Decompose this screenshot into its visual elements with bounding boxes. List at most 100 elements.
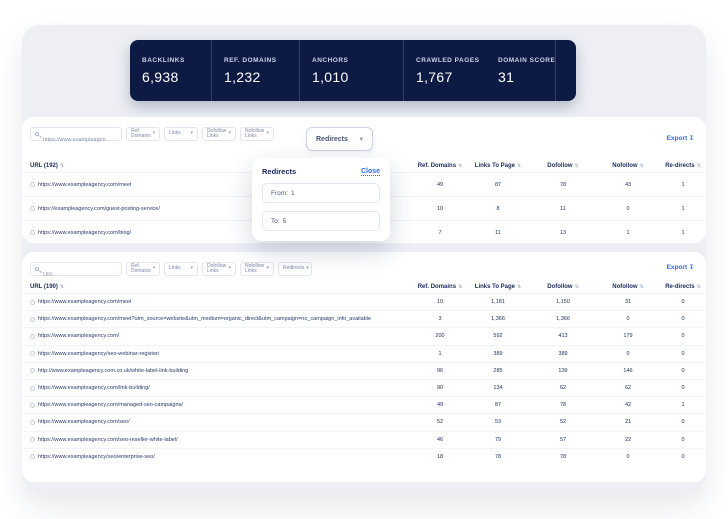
nofollow-cell: 31	[624, 299, 632, 306]
url-column-header[interactable]: URL (190) ⇅	[22, 284, 414, 290]
ref-domains-cell: 10	[436, 205, 444, 212]
from-label: From:	[271, 189, 288, 197]
url-link[interactable]: https://exampleagency.com/guest-posting-…	[38, 206, 160, 212]
nofollow-cell: 22	[624, 436, 632, 443]
export-download-icon: ↧	[688, 136, 694, 142]
redirects-dropdown-button[interactable]: Redirects ▾	[306, 127, 373, 151]
url-link[interactable]: https://www.exampleagency.com/seo-resell…	[38, 437, 178, 443]
dofollow-cell: 78	[559, 453, 567, 460]
nofollow-cell: 0	[626, 453, 630, 460]
filter-dropdown[interactable]: Links	[164, 127, 198, 141]
url-link[interactable]: https://www.exampleagency.com/seo/	[38, 419, 130, 425]
url-cell: https://www.exampleagency.com/meet	[22, 299, 414, 305]
popup-header: Redirects Close	[262, 167, 380, 176]
redirects-cell: 0	[681, 316, 685, 323]
external-link-icon	[30, 182, 35, 187]
filter-dropdown-label: Links	[169, 265, 181, 272]
export-label: Export	[666, 135, 688, 142]
nofollow-header[interactable]: Nofollow ⇅	[596, 284, 660, 290]
nofollow-header[interactable]: Nofollow ⇅	[596, 163, 660, 169]
url-cell: https://www.exampleagency/seo/enterprise…	[22, 454, 414, 460]
url-link[interactable]: https://www.exampleagency/seo/enterprise…	[38, 454, 155, 460]
ref-domains-header[interactable]: Ref. Domains ⇅	[414, 284, 466, 290]
ref-domains-cell: 7	[438, 229, 442, 236]
export-link-1[interactable]: Export ↧	[667, 135, 694, 142]
dofollow-cell: 1,150	[556, 299, 570, 306]
ref-domains-cell: 46	[436, 436, 444, 443]
stat-value: 1,232	[224, 68, 261, 85]
ref-domains-header[interactable]: Ref. Domains ⇅	[414, 163, 466, 169]
url-cell: https://www.exampleagency.com/meet?utm_s…	[22, 316, 414, 322]
url-link[interactable]: https://www.exampleagency.com/meet	[38, 299, 131, 305]
links-to-page-cell: 53	[494, 419, 502, 426]
sort-icon: ⇅	[696, 162, 701, 169]
url-cell: https://www.exampleagency.com/seo-resell…	[22, 437, 414, 443]
filter-dropdown[interactable]: Dofollow Links	[202, 127, 236, 141]
external-link-icon	[30, 368, 35, 374]
filter-dropdown[interactable]: Links	[164, 262, 198, 276]
filter-dropdown-label: Ref. Domains	[131, 262, 151, 274]
filter-dropdown[interactable]: Ref. Domains	[126, 262, 160, 276]
search-icon	[35, 132, 39, 136]
filter-dropdown[interactable]: Dofollow Links	[202, 262, 236, 276]
url-link[interactable]: http://www.exampleagency.com.co.uk/white…	[38, 368, 188, 374]
stat-label: DOMAIN SCORE	[498, 56, 556, 64]
dofollow-cell: 13	[559, 229, 567, 236]
url-link[interactable]: https://www.exampleagency.com/	[38, 333, 119, 339]
stat-label: CRAWLED PAGES	[416, 56, 480, 64]
url-link[interactable]: https://www.exampleagency.com/link-build…	[38, 385, 150, 391]
stat-cell: BACKLINKS 6,938	[130, 40, 212, 101]
sort-icon: ⇅	[59, 162, 65, 169]
ref-domains-cell: 49	[436, 402, 444, 409]
external-link-icon	[30, 402, 35, 408]
url-link[interactable]: https://www.exampleagency.com/blog/	[38, 230, 131, 236]
redirects-cell: 0	[681, 419, 685, 426]
links-to-page-cell: 1,181	[491, 299, 505, 306]
external-link-icon	[30, 230, 35, 235]
redirects-filter-popup: Redirects Close From: 1 To: 5	[252, 158, 390, 241]
nofollow-cell: 1	[626, 229, 630, 236]
filter-dropdown[interactable]: Ref. Domains	[126, 127, 160, 141]
stat-value: 6,938	[142, 68, 179, 85]
external-link-icon	[30, 333, 35, 339]
url-link[interactable]: https://www.exampleagency/seo-webinar-re…	[38, 351, 159, 357]
stat-label: BACKLINKS	[142, 56, 185, 64]
redirects-header[interactable]: Re-directs ⇅	[660, 284, 706, 290]
ref-domains-cell: 1	[438, 350, 442, 357]
external-link-icon	[30, 419, 35, 425]
ref-domains-cell: 52	[436, 419, 444, 426]
table-rows-2: https://www.exampleagency.com/meet 1 0 1,…	[22, 293, 706, 465]
dofollow-header[interactable]: Dofollow ⇅	[530, 284, 596, 290]
dofollow-cell: 139	[558, 367, 568, 374]
links-to-page-header[interactable]: Links To Page ⇅	[466, 163, 530, 169]
links-to-page-cell: 389	[493, 350, 503, 357]
table-row: https://www.exampleagency.com/meet 10 1,…	[22, 293, 706, 310]
filter-dropdown[interactable]: Nofollow Links	[240, 127, 274, 141]
redirects-to-input[interactable]: To: 5	[262, 211, 380, 231]
url-link[interactable]: https://www.exampleagency.com/meet	[38, 182, 131, 188]
redirects-from-input[interactable]: From: 1	[262, 183, 380, 203]
popup-close-button[interactable]: Close	[360, 168, 380, 176]
dofollow-header[interactable]: Dofollow ⇅	[530, 163, 596, 169]
links-to-page-header[interactable]: Links To Page ⇅	[466, 284, 530, 290]
filter-dropdown-label: Redirects	[283, 265, 305, 272]
filter-bar-1: Ref. Domains Links Dofollow Links Nofoll…	[30, 127, 373, 151]
sort-icon: ⇅	[639, 162, 644, 169]
nofollow-cell: 0	[626, 350, 630, 357]
url-link[interactable]: https://www.exampleagency.com/managed-se…	[38, 402, 183, 408]
url-link[interactable]: https://www.exampleagency.com/meet?utm_s…	[38, 316, 371, 322]
dofollow-cell: 413	[558, 333, 568, 340]
filter-dropdown-label: Dofollow Links	[207, 262, 227, 274]
nofollow-cell: 42	[624, 402, 632, 409]
filter-dropdown[interactable]: Redirects	[278, 262, 312, 276]
filter-dropdown[interactable]: Nofollow Links	[240, 262, 274, 276]
export-link-2[interactable]: Export ↧	[667, 264, 694, 271]
table-row: https://www.exampleagency/seo/enterprise…	[22, 447, 706, 465]
url-search-box-2	[30, 262, 122, 281]
links-to-page-cell: 79	[494, 436, 502, 443]
redirects-cell: 1	[681, 402, 685, 409]
chevron-down-icon: ▾	[359, 136, 363, 143]
redirects-header[interactable]: Re-directs ⇅	[660, 163, 706, 169]
popup-title: Redirects	[262, 167, 297, 176]
url-search-input[interactable]	[31, 134, 121, 146]
